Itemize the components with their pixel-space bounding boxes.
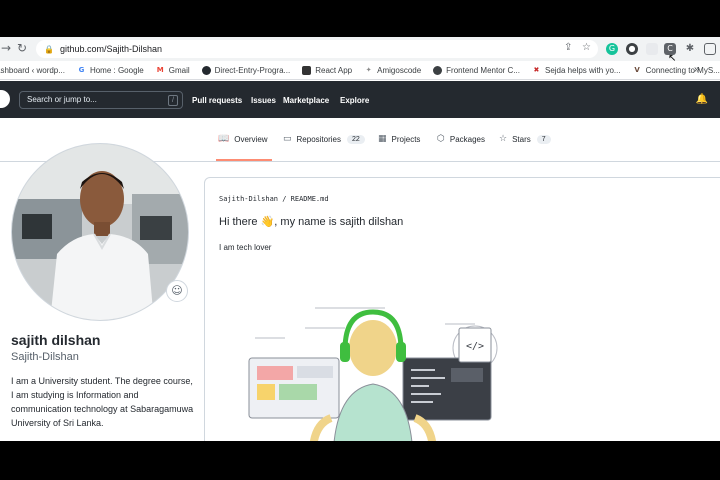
bookmark-label: Home : Google — [89, 65, 144, 75]
bookmark-item[interactable]: ✖ Sejda helps with yo... — [531, 65, 621, 75]
repo-count-badge: 22 — [346, 134, 365, 144]
search-input[interactable]: Search or jump to... / — [19, 91, 183, 109]
profile-name: sajith dilshan — [11, 332, 101, 348]
nav-issues[interactable]: Issues — [251, 96, 276, 105]
sidepanel-icon[interactable] — [704, 43, 716, 55]
active-tab-underline — [216, 159, 272, 161]
gmail-icon: M — [155, 65, 165, 75]
readme-path[interactable]: Sajith-Dilshan / README.md — [219, 195, 329, 203]
tab-label: Packages — [449, 134, 485, 144]
bookmark-label: Connecting to MyS... — [645, 65, 720, 75]
bookmark-item[interactable]: ashboard ‹ wordp... — [0, 66, 65, 75]
bookmark-label: ashboard ‹ wordp... — [0, 65, 65, 75]
bookmark-label: Frontend Mentor C... — [446, 65, 520, 75]
readme-text: I am tech lover — [219, 243, 272, 252]
book-icon: 📖 — [218, 134, 230, 144]
bookmark-item[interactable]: ✦ Amigoscode — [364, 65, 422, 75]
github-logo-icon[interactable] — [0, 90, 10, 108]
readme-card: Sajith-Dilshan / README.md Hi there 👋, m… — [204, 177, 720, 441]
developer-illustration: </> — [248, 307, 498, 441]
table-icon: ▦ — [378, 134, 387, 144]
bookmark-item[interactable]: V Connecting to MyS... — [632, 65, 720, 75]
nav-explore[interactable]: Explore — [340, 96, 369, 105]
tab-repositories[interactable]: ▭ Repositories 22 — [283, 134, 365, 144]
profile-username: Sajith-Dilshan — [11, 351, 79, 363]
nav-pull-requests[interactable]: Pull requests — [192, 96, 242, 105]
stars-count-badge: 7 — [536, 134, 551, 144]
extension-badge-icon[interactable]: ● — [626, 43, 638, 55]
repo-icon: ▭ — [283, 134, 292, 144]
tab-overview[interactable]: 📖 Overview — [218, 134, 268, 144]
extension-blank-icon[interactable] — [646, 43, 658, 55]
bookmark-label: Amigoscode — [377, 65, 422, 75]
bookmark-item[interactable]: React App — [302, 65, 353, 75]
bookmark-item[interactable]: Frontend Mentor C... — [433, 65, 520, 75]
frontend-mentor-icon — [433, 65, 443, 75]
bookmarks-bar: ashboard ‹ wordp... G Home : Google M Gmai… — [0, 61, 720, 80]
avatar-photo — [12, 144, 188, 320]
address-bar-row: → ↻ 🔒 github.com/Sajith-Dilshan ⇪ ☆ G ● … — [0, 37, 720, 61]
code-tag-text: </> — [466, 341, 484, 352]
package-icon: ⬡ — [437, 134, 445, 144]
bookmark-star-icon[interactable]: ☆ — [582, 42, 591, 53]
sejda-icon: ✖ — [531, 65, 541, 75]
lock-icon: 🔒 — [44, 44, 54, 54]
browser-window: → ↻ 🔒 github.com/Sajith-Dilshan ⇪ ☆ G ● … — [0, 37, 720, 441]
amigoscode-icon: ✦ — [364, 65, 374, 75]
profile-bio: I am a University student. The degree co… — [11, 376, 194, 428]
mysql-v-icon: V — [632, 65, 642, 75]
set-status-smiley-icon[interactable]: ☺ — [166, 280, 188, 302]
tab-projects[interactable]: ▦ Projects — [378, 134, 420, 144]
bookmark-item[interactable]: Direct-Entry-Progra... — [201, 65, 291, 75]
wave-hand-icon: 👋 — [260, 215, 275, 228]
bookmark-label: Gmail — [168, 65, 190, 75]
bookmark-label: Sejda helps with yo... — [544, 65, 621, 75]
url-field[interactable]: 🔒 github.com/Sajith-Dilshan ⇪ ☆ — [36, 40, 598, 58]
readme-heading: Hi there 👋, my name is sajith dilshan — [219, 215, 403, 228]
tab-label: Repositories — [296, 134, 341, 144]
grammarly-extension-icon[interactable]: G — [606, 43, 618, 55]
bell-icon[interactable]: 🔔 — [696, 94, 708, 105]
heading-prefix: Hi there — [219, 216, 258, 228]
url-text: github.com/Sajith-Dilshan — [59, 44, 163, 54]
github-icon — [201, 65, 211, 75]
puzzle-extensions-icon[interactable]: ✱ — [684, 43, 696, 55]
google-icon: G — [76, 65, 86, 75]
search-placeholder: Search or jump to... — [27, 95, 97, 104]
avatar[interactable] — [11, 143, 189, 321]
search-shortcut-key: / — [168, 95, 178, 106]
react-app-icon — [302, 65, 312, 75]
tab-label: Projects — [391, 134, 421, 144]
more-bookmarks-icon[interactable]: » — [694, 64, 700, 75]
bookmark-item[interactable]: M Gmail — [155, 65, 190, 75]
reload-icon[interactable]: ↻ — [12, 41, 32, 55]
nav-marketplace[interactable]: Marketplace — [283, 96, 329, 105]
tab-stars[interactable]: ☆ Stars 7 — [499, 134, 551, 144]
star-icon: ☆ — [499, 134, 508, 144]
bookmark-label: Direct-Entry-Progra... — [214, 65, 291, 75]
tab-packages[interactable]: ⬡ Packages — [437, 134, 485, 144]
tab-label: Stars — [512, 134, 531, 144]
heading-suffix: , my name is sajith dilshan — [274, 216, 404, 228]
bookmark-label: React App — [315, 65, 353, 75]
share-icon[interactable]: ⇪ — [564, 42, 572, 53]
bookmark-item[interactable]: G Home : Google — [76, 65, 144, 75]
github-header: Search or jump to... / Pull requests Iss… — [0, 81, 720, 118]
tab-label: Overview — [234, 134, 268, 144]
